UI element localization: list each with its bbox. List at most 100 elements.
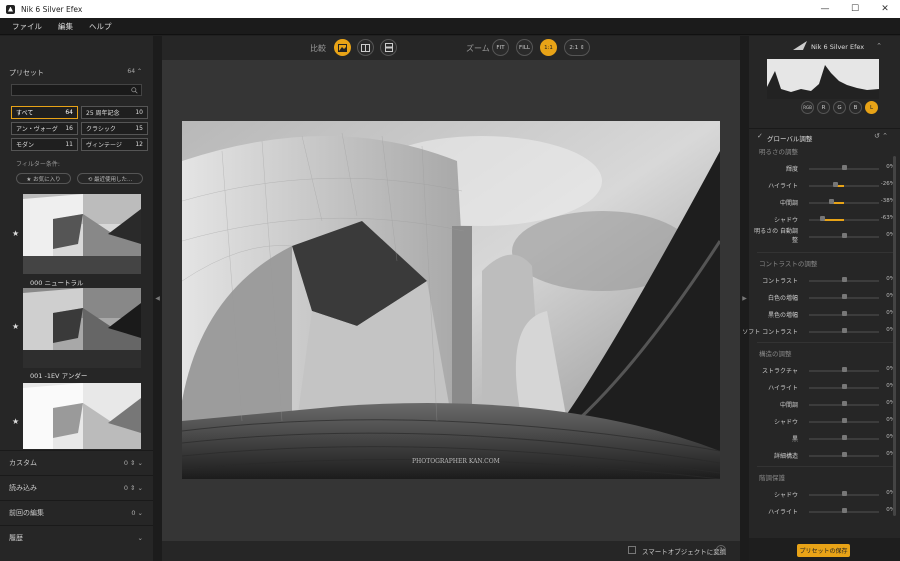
channel-l-button[interactable]: L	[865, 101, 878, 114]
section-controls[interactable]: 0 ⇕ ⌄	[124, 484, 143, 492]
slider-knob[interactable]	[828, 199, 834, 204]
tag-modern[interactable]: モダン 11	[11, 138, 78, 151]
checkmark-icon[interactable]: ✓	[757, 132, 763, 140]
group-title: 階調保護	[759, 474, 785, 482]
tag-classic[interactable]: クラシック 15	[81, 122, 148, 135]
tag-count: 16	[65, 125, 73, 132]
channel-g-button[interactable]: G	[833, 101, 846, 114]
preview-image[interactable]: PHOTOGRAPHER KAN.COM	[182, 121, 720, 479]
slider-row: ハイライト 0%	[749, 503, 900, 520]
zoom-fit-button[interactable]: FIT	[492, 39, 509, 56]
slider-knob[interactable]	[819, 216, 825, 221]
left-panel-toggle[interactable]: ◀	[153, 36, 162, 561]
section-history[interactable]: 履歴 ⌄	[0, 525, 153, 549]
preset-thumbnail[interactable]	[23, 383, 141, 449]
minimize-button[interactable]: —	[810, 0, 840, 18]
slider-label: シャドウ	[773, 419, 798, 426]
zoom-2-1-button[interactable]: 2:1 ⇕	[564, 39, 590, 56]
smart-object-checkbox[interactable]	[628, 546, 636, 554]
star-icon[interactable]: ★	[12, 417, 19, 426]
group-title: 構造の調整	[759, 350, 792, 358]
slider-track[interactable]	[809, 202, 879, 204]
section-recent-edits[interactable]: 前回の編集 0 ⌄	[0, 500, 153, 524]
save-preset-button[interactable]: プリセットの保存	[797, 544, 850, 557]
side-by-side-button[interactable]	[380, 39, 397, 56]
slider-fill	[821, 219, 844, 221]
slider-knob[interactable]	[842, 491, 847, 496]
split-view-button[interactable]	[357, 39, 374, 56]
photo-watermark: PHOTOGRAPHER KAN.COM	[412, 458, 500, 465]
presets-count[interactable]: 64 ⌃	[127, 68, 142, 75]
section-controls[interactable]: 0 ⌄	[131, 509, 143, 517]
slider-knob[interactable]	[842, 384, 847, 389]
slider-row: 白色の増幅 0%	[749, 289, 900, 306]
slider-label: 白色の増幅	[767, 295, 798, 302]
slider-row: 詳細構造 0%	[749, 447, 900, 464]
slider-knob[interactable]	[842, 418, 847, 423]
menu-edit[interactable]: 編集	[58, 21, 73, 32]
view-toolbar: 比較 ズーム FIT FILL 1:1 2:1 ⇕	[162, 36, 740, 60]
menu-help[interactable]: ヘルプ	[89, 21, 112, 32]
star-icon[interactable]: ★	[12, 322, 19, 331]
single-view-button[interactable]	[334, 39, 351, 56]
maximize-button[interactable]: ☐	[840, 0, 870, 18]
channel-rgb-button[interactable]: RGB	[801, 101, 814, 114]
collapse-icon[interactable]: ⌃	[876, 42, 882, 50]
star-icon[interactable]: ★	[12, 229, 19, 238]
slider-row: 中間調 0%	[749, 396, 900, 413]
menu-file[interactable]: ファイル	[12, 21, 42, 32]
slider-label: ストラクチャ	[762, 368, 798, 375]
slider-label: ハイライト	[768, 183, 798, 190]
zoom-fill-button[interactable]: FILL	[516, 39, 533, 56]
slider-knob[interactable]	[842, 233, 847, 238]
image-icon	[338, 43, 347, 52]
app-icon	[6, 4, 15, 14]
slider-knob[interactable]	[842, 401, 847, 406]
title-bar: Nik 6 Silver Efex — ☐ ✕	[0, 0, 900, 18]
slider-knob[interactable]	[842, 311, 847, 316]
preset-search-input[interactable]	[11, 84, 142, 96]
section-controls[interactable]: 0 ⇕ ⌄	[124, 459, 143, 467]
zoom-1-1-button[interactable]: 1:1	[540, 39, 557, 56]
slider-row: ストラクチャ 0%	[749, 362, 900, 379]
section-import[interactable]: 読み込み 0 ⇕ ⌄	[0, 475, 153, 499]
preset-thumbnail[interactable]	[23, 194, 141, 274]
right-panel-toggle[interactable]: ▶	[740, 36, 749, 561]
slider-knob[interactable]	[842, 435, 847, 440]
help-icon[interactable]: ?	[716, 545, 726, 555]
stack-view-icon	[384, 43, 393, 52]
section-controls[interactable]: ⌄	[138, 534, 143, 542]
section-custom[interactable]: カスタム 0 ⇕ ⌄	[0, 450, 153, 474]
channel-b-button[interactable]: B	[849, 101, 862, 114]
filter-label: フィルター条件:	[16, 161, 60, 168]
group-title: コントラストの調整	[759, 260, 818, 268]
tag-all[interactable]: すべて 64	[11, 106, 78, 119]
reset-collapse-icon[interactable]: ↺ ⌃	[874, 132, 888, 140]
preset-thumbnail[interactable]	[23, 288, 141, 368]
scrollbar[interactable]	[893, 156, 896, 516]
channel-r-button[interactable]: R	[817, 101, 830, 114]
nik-logo-icon	[793, 41, 807, 50]
slider-knob[interactable]	[842, 165, 847, 170]
slider-knob[interactable]	[842, 277, 847, 282]
slider-label: シャドウ	[773, 217, 798, 224]
chevron-left-icon: ◀	[155, 295, 160, 302]
zoom-label: ズーム	[466, 44, 490, 53]
slider-knob[interactable]	[842, 367, 847, 372]
tag-vogue[interactable]: アン・ヴォーグ 16	[11, 122, 78, 135]
slider-knob[interactable]	[842, 508, 847, 513]
slider-label: 詳細構造	[773, 453, 798, 460]
slider-knob[interactable]	[842, 294, 847, 299]
tag-25th[interactable]: 25 周年記念 10	[81, 106, 148, 119]
slider-knob[interactable]	[842, 328, 847, 333]
close-button[interactable]: ✕	[870, 0, 900, 18]
tag-vintage[interactable]: ヴィンテージ 12	[81, 138, 148, 151]
filter-recent-button[interactable]: ⟲ 最近使用した...	[77, 173, 143, 184]
image-canvas[interactable]: PHOTOGRAPHER KAN.COM	[162, 60, 740, 541]
slider-label: シャドウ	[773, 492, 798, 499]
slider-track[interactable]	[809, 185, 879, 187]
slider-knob[interactable]	[832, 182, 838, 187]
slider-knob[interactable]	[842, 452, 847, 457]
filter-favorites-button[interactable]: ★ お気に入り	[16, 173, 71, 184]
slider-label: ソフト コントラスト	[742, 329, 798, 336]
